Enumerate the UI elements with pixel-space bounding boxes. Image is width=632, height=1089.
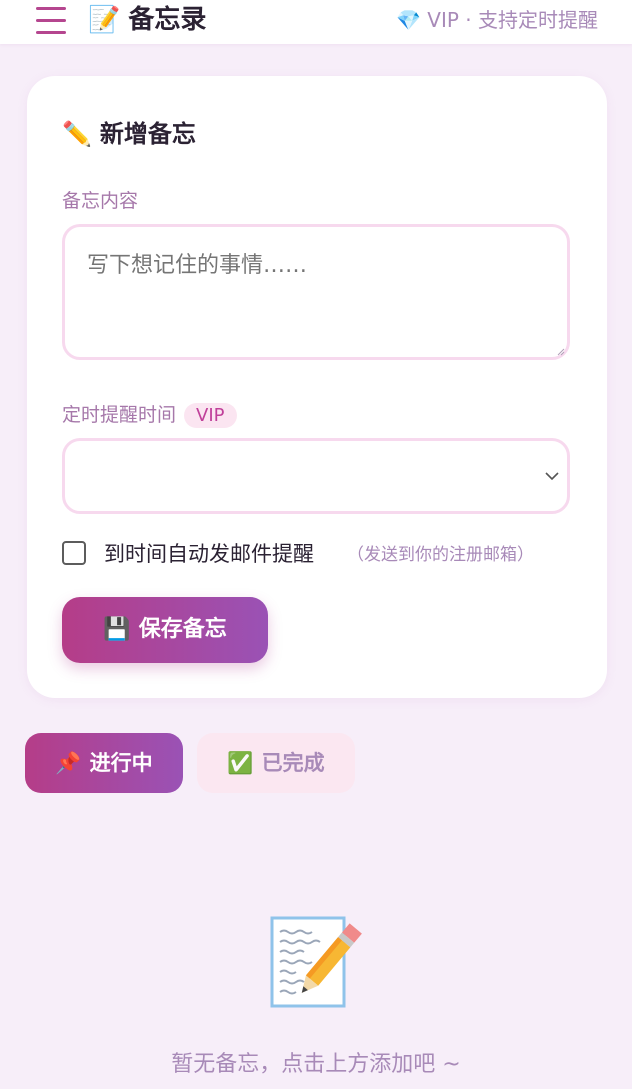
reminder-time-label-text: 定时提醒时间	[62, 404, 177, 426]
tab-completed-label: 已完成	[261, 751, 325, 775]
tab-in-progress[interactable]: 📌 进行中	[25, 733, 183, 793]
save-memo-button[interactable]: 💾 保存备忘	[62, 597, 268, 663]
email-reminder-label[interactable]: 到时间自动发邮件提醒	[104, 540, 314, 568]
floppy-disk-icon: 💾	[103, 617, 131, 642]
vip-tagline-text: VIP · 支持定时提醒	[427, 8, 598, 32]
menu-icon[interactable]	[36, 4, 66, 36]
memo-icon: 📝	[88, 5, 121, 35]
reminder-time-select[interactable]	[62, 438, 570, 514]
content-label: 备忘内容	[62, 190, 139, 212]
chevron-down-icon	[545, 472, 559, 481]
pencil-icon: ✏️	[62, 120, 92, 148]
top-bar: 📝 备忘录 💎 VIP · 支持定时提醒	[0, 0, 632, 44]
email-reminder-hint: （发送到你的注册邮箱）	[347, 545, 534, 565]
card-title-text: 新增备忘	[99, 120, 196, 148]
memo-pencil-icon	[270, 916, 362, 1008]
gem-icon: 💎	[396, 8, 422, 32]
vip-badge: VIP	[184, 403, 237, 428]
reminder-time-label: 定时提醒时间 VIP	[62, 400, 237, 428]
memo-content-input[interactable]	[62, 224, 570, 360]
new-memo-card: ✏️新增备忘 备忘内容 定时提醒时间 VIP 到时间自动发邮件提醒 （发送到你的注…	[27, 76, 607, 698]
empty-state-text: 暂无备忘，点击上方添加吧 ~	[171, 1052, 461, 1077]
pushpin-icon: 📌	[55, 751, 82, 775]
save-memo-label: 保存备忘	[138, 617, 227, 642]
app-title: 📝 备忘录	[88, 0, 206, 40]
vip-tagline: 💎 VIP · 支持定时提醒	[396, 0, 598, 40]
tab-in-progress-label: 进行中	[89, 751, 153, 775]
tab-completed[interactable]: ✅ 已完成	[197, 733, 355, 793]
card-title: ✏️ 新增备忘	[62, 114, 196, 149]
app-title-text: 备忘录	[128, 5, 207, 35]
email-reminder-checkbox[interactable]	[62, 541, 86, 565]
check-mark-icon: ✅	[227, 751, 254, 775]
